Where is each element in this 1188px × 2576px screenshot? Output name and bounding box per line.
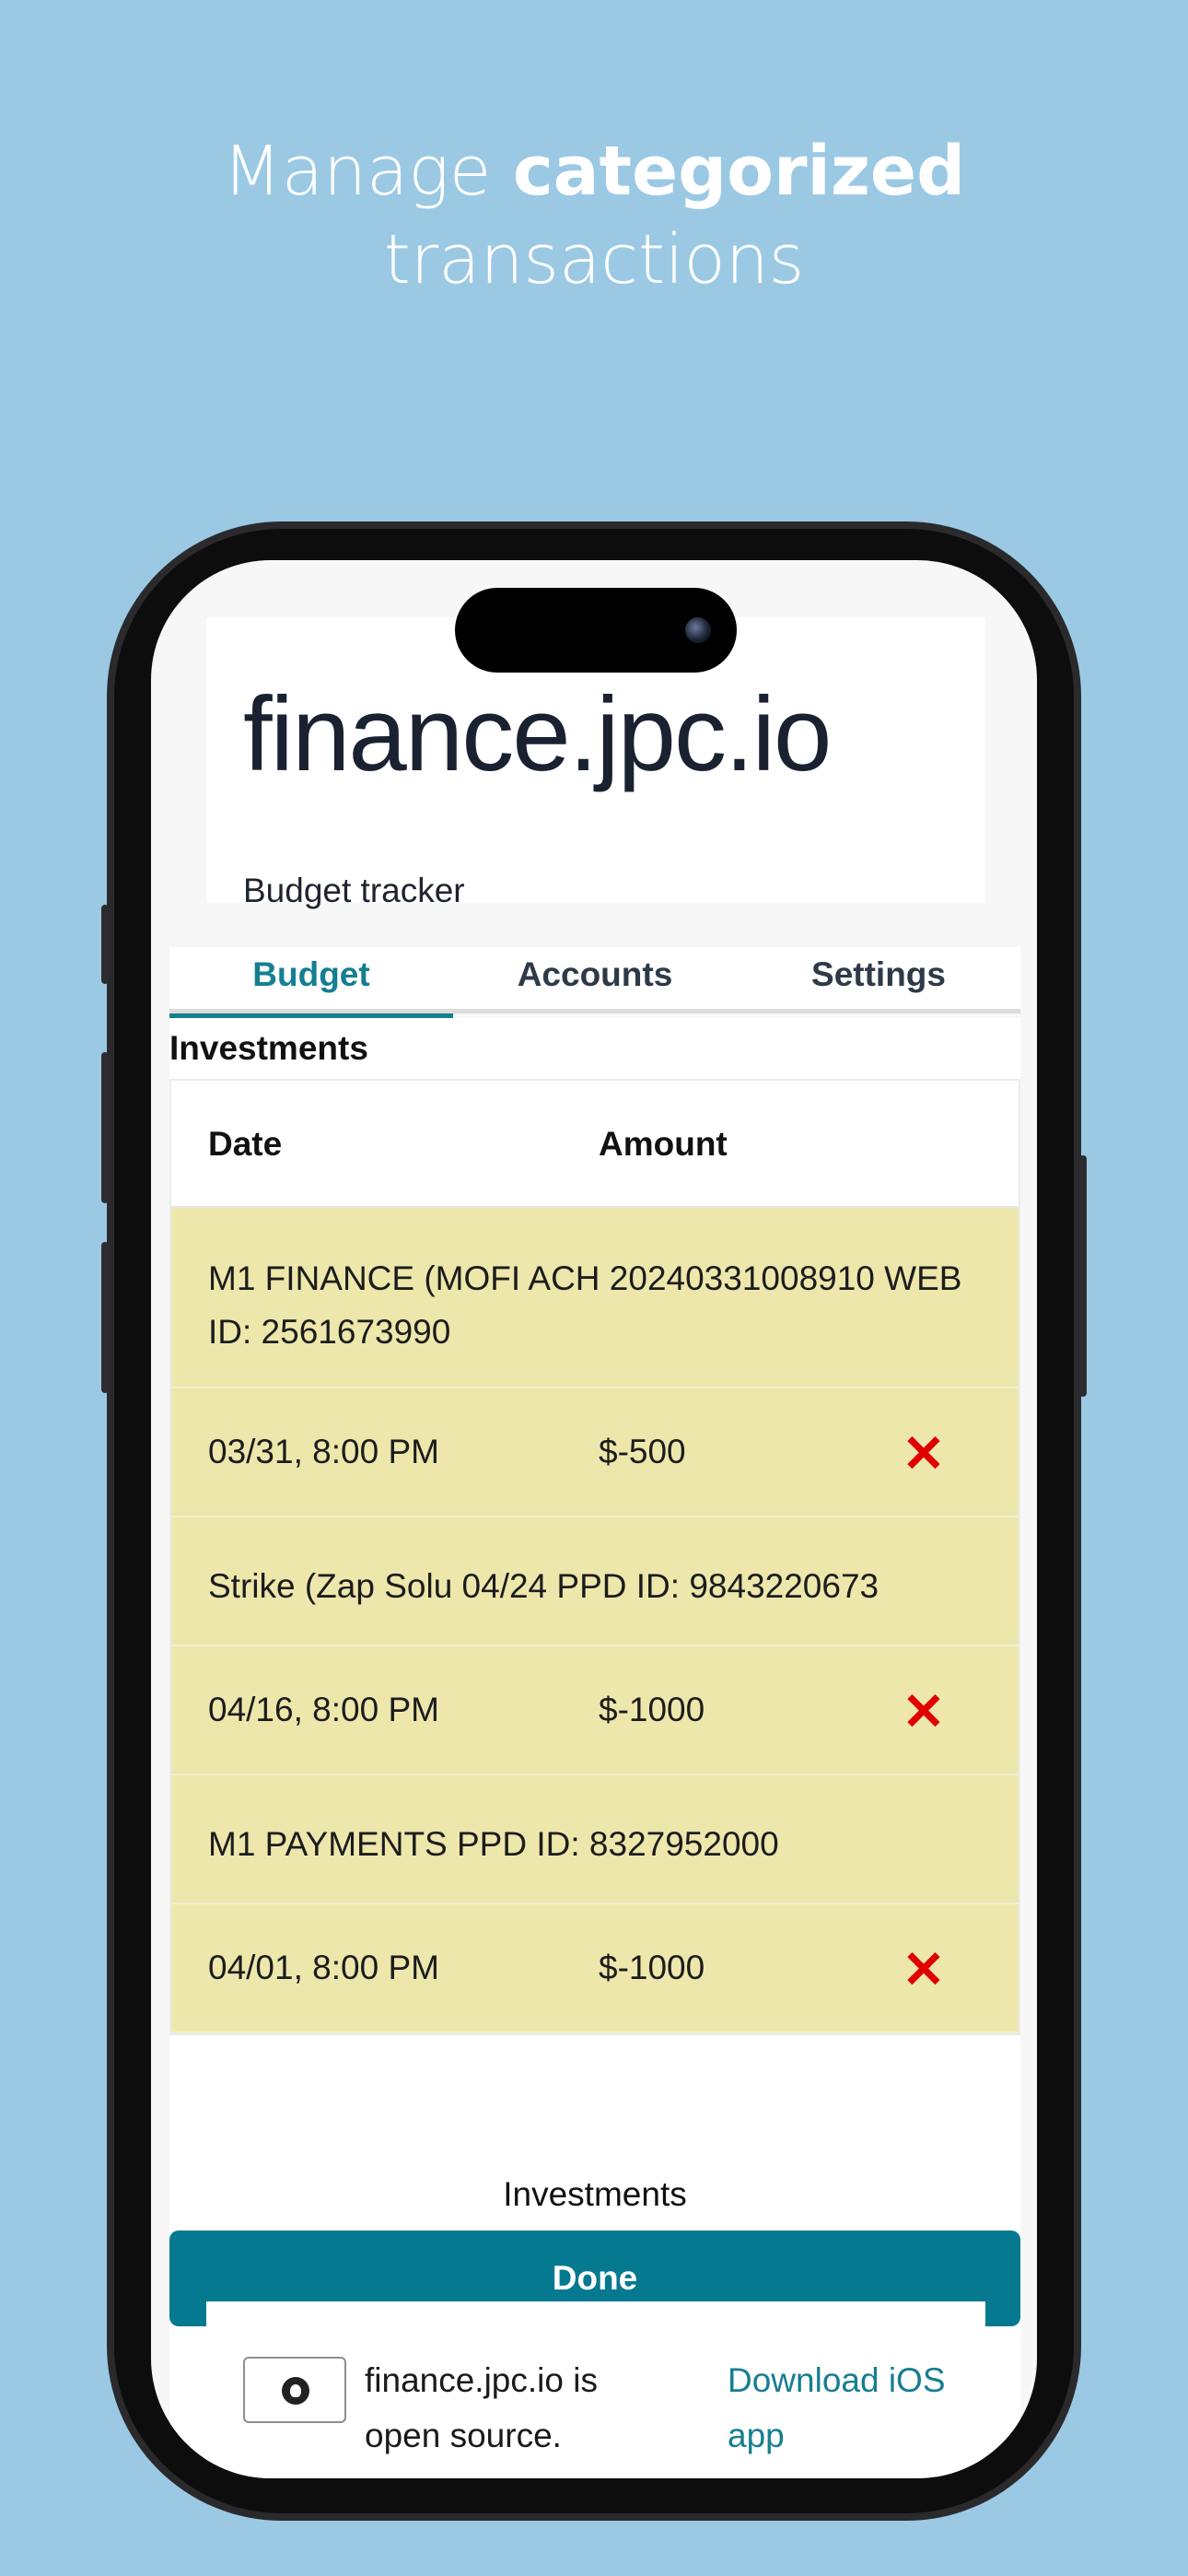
phone-volume-up bbox=[101, 1052, 109, 1203]
close-icon[interactable]: ✕ bbox=[899, 1944, 949, 1996]
app-title: finance.jpc.io bbox=[243, 676, 832, 793]
phone-power-button bbox=[1079, 1155, 1087, 1397]
category-title: Investments bbox=[169, 1029, 368, 1067]
app-subtitle: Budget tracker bbox=[243, 872, 465, 909]
transaction-description: M1 FINANCE (MOFI ACH 20240331008910 WEB … bbox=[208, 1259, 962, 1351]
transaction-amount: $-500 bbox=[599, 1433, 686, 1470]
tab-budget[interactable]: Budget bbox=[169, 947, 453, 1018]
transaction-amount: $-1000 bbox=[599, 1949, 705, 1986]
column-header-amount: Amount bbox=[599, 1125, 728, 1163]
phone-action-button bbox=[101, 905, 109, 984]
phone-screen: finance.jpc.io Budget tracker Budget Acc… bbox=[151, 560, 1037, 2478]
marketing-headline: Manage categorized transactions bbox=[0, 127, 1188, 304]
transaction-row: 03/31, 8:00 PM $-500 ✕ bbox=[171, 1388, 1019, 1517]
open-source-note: finance.jpc.io is open source. bbox=[365, 2361, 598, 2454]
download-ios-link[interactable]: Download iOS app bbox=[728, 2353, 949, 2464]
dynamic-island bbox=[455, 588, 737, 673]
transaction-row: 04/01, 8:00 PM $-1000 ✕ bbox=[171, 1904, 1019, 2033]
transaction-description-row: Strike (Zap Solu 04/24 PPD ID: 984322067… bbox=[171, 1517, 1019, 1646]
transaction-date: 04/16, 8:00 PM bbox=[208, 1691, 439, 1728]
headline-bold: categorized bbox=[512, 132, 966, 211]
tab-accounts[interactable]: Accounts bbox=[453, 947, 737, 1013]
camera-icon bbox=[685, 617, 711, 643]
transaction-date: 03/31, 8:00 PM bbox=[208, 1433, 439, 1470]
budget-panel: Investments Date Amount M1 FINANCE (MOFI… bbox=[169, 1018, 1020, 2465]
transaction-amount: $-1000 bbox=[599, 1691, 705, 1728]
tab-settings[interactable]: Settings bbox=[737, 947, 1020, 1013]
category-caption: Investments bbox=[503, 2175, 687, 2213]
headline-line-1: Manage categorized bbox=[0, 127, 1188, 216]
transaction-description-row: M1 PAYMENTS PPD ID: 8327952000 bbox=[171, 1775, 1019, 1904]
transaction-date: 04/01, 8:00 PM bbox=[208, 1949, 439, 1986]
headline-suffix: transactions bbox=[383, 220, 805, 299]
close-icon[interactable]: ✕ bbox=[899, 1686, 949, 1738]
footer: finance.jpc.io is open source. Download … bbox=[206, 2301, 985, 2478]
phone-volume-down bbox=[101, 1242, 109, 1393]
transaction-description-row: M1 FINANCE (MOFI ACH 20240331008910 WEB … bbox=[171, 1208, 1019, 1388]
table-header: Date Amount bbox=[171, 1081, 1019, 1208]
transactions-table: Date Amount M1 FINANCE (MOFI ACH 2024033… bbox=[169, 1079, 1020, 2035]
headline-prefix: Manage bbox=[222, 132, 492, 211]
close-icon[interactable]: ✕ bbox=[899, 1428, 949, 1480]
transaction-description: M1 PAYMENTS PPD ID: 8327952000 bbox=[208, 1825, 779, 1863]
tab-bar: Budget Accounts Settings bbox=[169, 947, 1020, 1018]
github-button[interactable] bbox=[243, 2357, 346, 2423]
column-header-date: Date bbox=[208, 1125, 283, 1163]
github-icon bbox=[282, 2377, 309, 2405]
transaction-row: 04/16, 8:00 PM $-1000 ✕ bbox=[171, 1646, 1019, 1775]
transaction-description: Strike (Zap Solu 04/24 PPD ID: 984322067… bbox=[208, 1567, 879, 1605]
